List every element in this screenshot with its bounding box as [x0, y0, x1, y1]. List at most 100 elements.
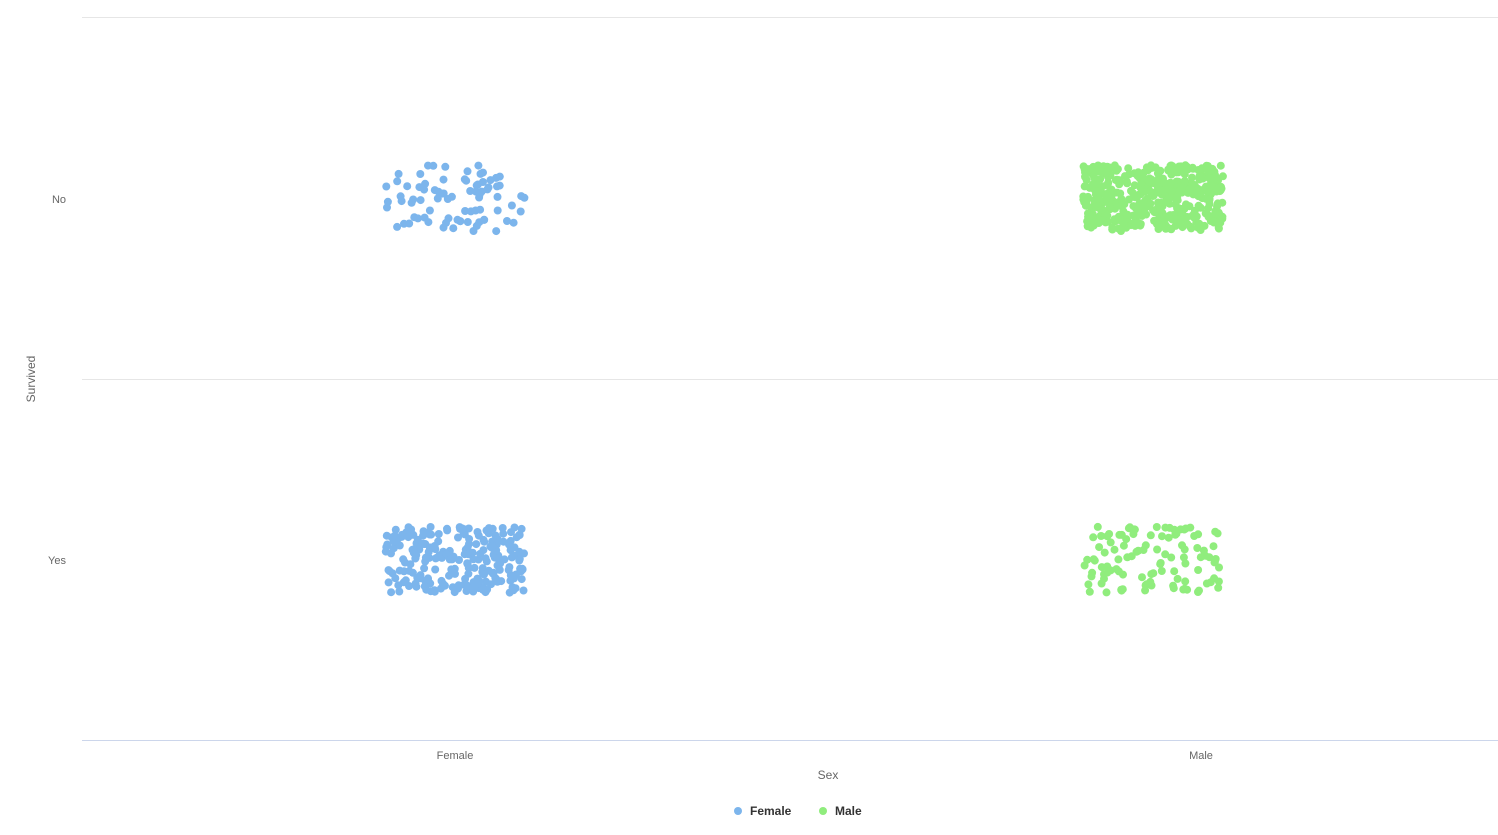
point-female-yes[interactable]	[451, 569, 459, 578]
point-male-no[interactable]	[1094, 194, 1103, 203]
point-male-no[interactable]	[1205, 174, 1214, 183]
point-female-yes[interactable]	[404, 533, 413, 542]
point-male-yes[interactable]	[1100, 570, 1108, 579]
point-male-yes[interactable]	[1080, 561, 1089, 570]
point-male-yes[interactable]	[1181, 577, 1190, 586]
point-female-yes[interactable]	[481, 554, 490, 563]
point-male-no[interactable]	[1195, 175, 1204, 184]
point-male-no[interactable]	[1090, 173, 1099, 182]
point-male-yes[interactable]	[1164, 533, 1173, 542]
point-male-yes[interactable]	[1190, 532, 1199, 540]
point-male-yes[interactable]	[1097, 579, 1106, 588]
point-female-no[interactable]	[493, 206, 502, 215]
point-female-no[interactable]	[393, 222, 402, 231]
point-female-no[interactable]	[509, 218, 518, 227]
point-female-yes[interactable]	[491, 531, 500, 540]
point-female-yes[interactable]	[473, 528, 482, 536]
point-female-yes[interactable]	[499, 537, 508, 546]
point-female-no[interactable]	[403, 182, 412, 191]
point-male-yes[interactable]	[1161, 550, 1170, 559]
point-male-no[interactable]	[1101, 191, 1110, 200]
point-female-no[interactable]	[471, 206, 480, 215]
point-male-yes[interactable]	[1194, 566, 1203, 574]
point-male-yes[interactable]	[1089, 533, 1098, 542]
point-female-yes[interactable]	[384, 578, 393, 587]
point-male-yes[interactable]	[1118, 585, 1127, 594]
point-male-yes[interactable]	[1195, 586, 1203, 595]
point-female-yes[interactable]	[432, 553, 441, 562]
point-male-no[interactable]	[1216, 218, 1225, 227]
point-female-no[interactable]	[476, 169, 485, 178]
point-female-yes[interactable]	[382, 531, 391, 540]
point-female-no[interactable]	[393, 177, 402, 186]
point-female-yes[interactable]	[391, 574, 400, 583]
point-female-yes[interactable]	[445, 555, 454, 564]
point-male-no[interactable]	[1155, 186, 1164, 195]
point-female-no[interactable]	[449, 224, 458, 233]
point-male-no[interactable]	[1211, 209, 1220, 218]
point-female-yes[interactable]	[480, 570, 488, 579]
point-female-yes[interactable]	[462, 581, 471, 590]
point-male-yes[interactable]	[1084, 580, 1093, 589]
point-female-yes[interactable]	[510, 523, 519, 532]
point-male-yes[interactable]	[1180, 584, 1189, 593]
point-male-yes[interactable]	[1214, 577, 1223, 586]
point-female-no[interactable]	[438, 189, 447, 198]
point-female-no[interactable]	[416, 170, 425, 178]
point-male-yes[interactable]	[1095, 543, 1104, 552]
point-male-no[interactable]	[1183, 162, 1191, 171]
point-female-yes[interactable]	[382, 543, 391, 552]
point-female-yes[interactable]	[421, 553, 430, 562]
point-female-no[interactable]	[394, 169, 403, 178]
point-male-no[interactable]	[1156, 205, 1165, 214]
point-female-no[interactable]	[447, 192, 456, 201]
point-female-yes[interactable]	[485, 524, 493, 533]
point-male-yes[interactable]	[1170, 567, 1179, 576]
point-male-no[interactable]	[1130, 181, 1139, 190]
point-male-no[interactable]	[1118, 198, 1126, 207]
point-male-yes[interactable]	[1097, 563, 1106, 572]
point-male-no[interactable]	[1088, 180, 1097, 189]
point-female-no[interactable]	[480, 215, 489, 224]
point-male-no[interactable]	[1203, 186, 1212, 195]
point-male-no[interactable]	[1185, 184, 1194, 193]
point-female-no[interactable]	[400, 219, 408, 228]
point-male-yes[interactable]	[1147, 581, 1156, 590]
point-male-yes[interactable]	[1173, 574, 1182, 583]
point-male-no[interactable]	[1183, 201, 1191, 210]
point-male-yes[interactable]	[1181, 559, 1190, 568]
point-male-no[interactable]	[1113, 165, 1122, 174]
point-male-yes[interactable]	[1193, 544, 1202, 552]
point-male-no[interactable]	[1154, 167, 1163, 175]
point-female-no[interactable]	[495, 172, 504, 181]
point-female-no[interactable]	[383, 203, 391, 212]
point-female-no[interactable]	[453, 215, 462, 224]
point-male-no[interactable]	[1139, 168, 1148, 177]
point-female-no[interactable]	[473, 180, 482, 189]
point-male-no[interactable]	[1160, 178, 1169, 187]
point-female-no[interactable]	[466, 187, 475, 195]
point-female-no[interactable]	[425, 206, 434, 215]
point-male-yes[interactable]	[1157, 567, 1166, 575]
point-male-no[interactable]	[1179, 215, 1188, 224]
point-female-no[interactable]	[439, 175, 448, 184]
point-female-yes[interactable]	[508, 583, 517, 592]
point-female-yes[interactable]	[430, 542, 439, 550]
point-female-yes[interactable]	[423, 575, 432, 584]
point-male-no[interactable]	[1167, 187, 1176, 195]
point-male-no[interactable]	[1186, 222, 1194, 231]
point-female-yes[interactable]	[519, 586, 528, 595]
point-male-no[interactable]	[1098, 205, 1107, 214]
point-male-no[interactable]	[1155, 220, 1163, 229]
point-female-no[interactable]	[463, 167, 472, 176]
point-female-yes[interactable]	[431, 565, 440, 574]
point-female-yes[interactable]	[411, 579, 420, 588]
point-male-yes[interactable]	[1202, 579, 1211, 588]
point-male-no[interactable]	[1081, 181, 1090, 190]
point-female-yes[interactable]	[518, 564, 527, 573]
point-female-yes[interactable]	[387, 588, 396, 597]
point-male-no[interactable]	[1218, 198, 1227, 207]
point-female-yes[interactable]	[404, 523, 413, 532]
point-female-yes[interactable]	[506, 571, 515, 580]
point-male-yes[interactable]	[1209, 542, 1218, 551]
